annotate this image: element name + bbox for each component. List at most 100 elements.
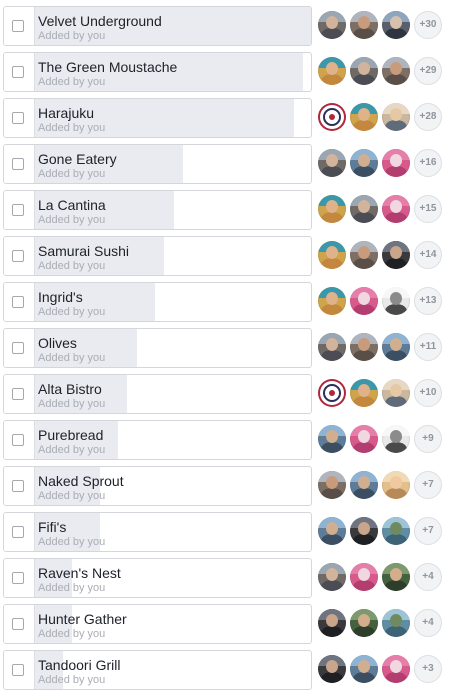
option-bar[interactable]: Samurai Sushi Added by you: [3, 236, 312, 276]
option-bar[interactable]: Ingrid's Added by you: [3, 282, 312, 322]
voter-avatar[interactable]: [350, 655, 378, 683]
voter-avatar[interactable]: [350, 241, 378, 269]
option-bar[interactable]: Tandoori Grill Added by you: [3, 650, 312, 690]
voter-avatar[interactable]: [382, 195, 410, 223]
option-bar[interactable]: Raven's Nest Added by you: [3, 558, 312, 598]
voter-avatar[interactable]: [350, 287, 378, 315]
voter-avatar[interactable]: [382, 149, 410, 177]
vote-checkbox[interactable]: [12, 20, 24, 32]
option-bar[interactable]: Fifi's Added by you: [3, 512, 312, 552]
checkbox-cell[interactable]: [4, 145, 35, 183]
voter-avatar[interactable]: [382, 563, 410, 591]
voter-avatar[interactable]: [350, 563, 378, 591]
more-voters-button[interactable]: +15: [414, 195, 442, 223]
checkbox-cell[interactable]: [4, 559, 35, 597]
more-voters-button[interactable]: +10: [414, 379, 442, 407]
vote-checkbox[interactable]: [12, 296, 24, 308]
checkbox-cell[interactable]: [4, 421, 35, 459]
option-bar[interactable]: The Green Moustache Added by you: [3, 52, 312, 92]
voter-avatar[interactable]: [350, 333, 378, 361]
voter-avatar[interactable]: [318, 287, 346, 315]
voter-avatar[interactable]: [350, 11, 378, 39]
voter-avatar[interactable]: [382, 11, 410, 39]
voter-avatar[interactable]: [350, 379, 378, 407]
voter-avatar[interactable]: [382, 379, 410, 407]
checkbox-cell[interactable]: [4, 467, 35, 505]
voter-avatar[interactable]: [318, 517, 346, 545]
vote-checkbox[interactable]: [12, 112, 24, 124]
voter-avatar[interactable]: [318, 333, 346, 361]
checkbox-cell[interactable]: [4, 329, 35, 367]
voter-avatar[interactable]: [350, 149, 378, 177]
voter-avatar[interactable]: [382, 287, 410, 315]
more-voters-button[interactable]: +16: [414, 149, 442, 177]
voter-avatar[interactable]: [382, 333, 410, 361]
more-voters-button[interactable]: +29: [414, 57, 442, 85]
voter-avatar[interactable]: [350, 425, 378, 453]
option-bar[interactable]: La Cantina Added by you: [3, 190, 312, 230]
option-bar[interactable]: Purebread Added by you: [3, 420, 312, 460]
voter-avatar[interactable]: [382, 517, 410, 545]
more-voters-button[interactable]: +11: [414, 333, 442, 361]
vote-checkbox[interactable]: [12, 66, 24, 78]
more-voters-button[interactable]: +30: [414, 11, 442, 39]
more-voters-button[interactable]: +14: [414, 241, 442, 269]
voter-avatar[interactable]: [318, 425, 346, 453]
option-bar[interactable]: Olives Added by you: [3, 328, 312, 368]
checkbox-cell[interactable]: [4, 237, 35, 275]
vote-checkbox[interactable]: [12, 572, 24, 584]
more-voters-button[interactable]: +3: [414, 655, 442, 683]
vote-checkbox[interactable]: [12, 618, 24, 630]
option-bar[interactable]: Hunter Gather Added by you: [3, 604, 312, 644]
more-voters-button[interactable]: +4: [414, 563, 442, 591]
checkbox-cell[interactable]: [4, 283, 35, 321]
option-bar[interactable]: Gone Eatery Added by you: [3, 144, 312, 184]
voter-avatar[interactable]: [318, 563, 346, 591]
option-bar[interactable]: Alta Bistro Added by you: [3, 374, 312, 414]
checkbox-cell[interactable]: [4, 99, 35, 137]
vote-checkbox[interactable]: [12, 526, 24, 538]
vote-checkbox[interactable]: [12, 158, 24, 170]
more-voters-button[interactable]: +7: [414, 471, 442, 499]
more-voters-button[interactable]: +28: [414, 103, 442, 131]
vote-checkbox[interactable]: [12, 250, 24, 262]
checkbox-cell[interactable]: [4, 651, 35, 689]
checkbox-cell[interactable]: [4, 605, 35, 643]
more-voters-button[interactable]: +4: [414, 609, 442, 637]
voter-avatar[interactable]: [350, 57, 378, 85]
checkbox-cell[interactable]: [4, 191, 35, 229]
voter-avatar[interactable]: [318, 471, 346, 499]
voter-avatar[interactable]: [318, 103, 346, 131]
voter-avatar[interactable]: [318, 379, 346, 407]
more-voters-button[interactable]: +7: [414, 517, 442, 545]
voter-avatar[interactable]: [350, 471, 378, 499]
vote-checkbox[interactable]: [12, 664, 24, 676]
vote-checkbox[interactable]: [12, 342, 24, 354]
voter-avatar[interactable]: [382, 471, 410, 499]
voter-avatar[interactable]: [318, 195, 346, 223]
vote-checkbox[interactable]: [12, 204, 24, 216]
option-bar[interactable]: Velvet Underground Added by you: [3, 6, 312, 46]
voter-avatar[interactable]: [382, 57, 410, 85]
voter-avatar[interactable]: [318, 609, 346, 637]
voter-avatar[interactable]: [350, 609, 378, 637]
voter-avatar[interactable]: [350, 103, 378, 131]
checkbox-cell[interactable]: [4, 375, 35, 413]
voter-avatar[interactable]: [318, 57, 346, 85]
voter-avatar[interactable]: [382, 103, 410, 131]
checkbox-cell[interactable]: [4, 53, 35, 91]
voter-avatar[interactable]: [382, 241, 410, 269]
more-voters-button[interactable]: +13: [414, 287, 442, 315]
voter-avatar[interactable]: [318, 11, 346, 39]
checkbox-cell[interactable]: [4, 513, 35, 551]
voter-avatar[interactable]: [382, 425, 410, 453]
vote-checkbox[interactable]: [12, 388, 24, 400]
option-bar[interactable]: Harajuku Added by you: [3, 98, 312, 138]
voter-avatar[interactable]: [350, 195, 378, 223]
vote-checkbox[interactable]: [12, 480, 24, 492]
voter-avatar[interactable]: [318, 655, 346, 683]
checkbox-cell[interactable]: [4, 7, 35, 45]
voter-avatar[interactable]: [382, 655, 410, 683]
voter-avatar[interactable]: [318, 241, 346, 269]
voter-avatar[interactable]: [382, 609, 410, 637]
